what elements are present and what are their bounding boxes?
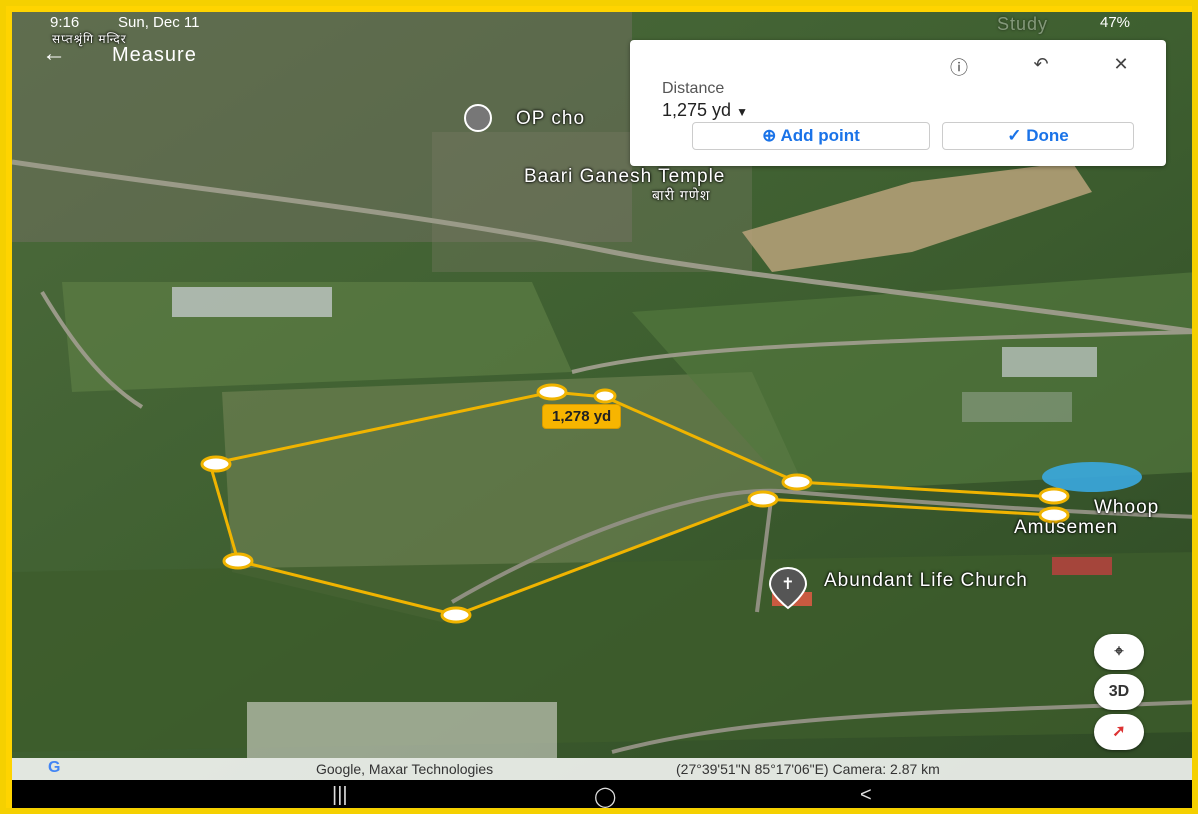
google-logo: G bbox=[48, 759, 61, 776]
attribution-text: Google, Maxar Technologies bbox=[316, 761, 494, 777]
status-time: 9:16 bbox=[50, 14, 80, 31]
done-button[interactable]: ✓ Done bbox=[942, 122, 1134, 150]
distance-value: 1,275 yd bbox=[662, 100, 732, 120]
my-location-icon[interactable]: ⌖ bbox=[1094, 634, 1144, 670]
close-icon[interactable]: ✕ bbox=[1106, 54, 1136, 78]
place-label-top-left: सप्तश्रृंगि मन्दिर bbox=[52, 32, 127, 46]
add-point-label: Add point bbox=[780, 126, 860, 145]
distance-value-dropdown[interactable]: 1,275 yd ▼ bbox=[662, 100, 748, 121]
screenshot-frame: ✝ 9:16 Sun, Dec 11 47% ← Measure OP cho … bbox=[0, 0, 1198, 814]
amusement-park-pool bbox=[1042, 462, 1142, 492]
measure-point[interactable] bbox=[536, 383, 568, 401]
measure-point[interactable] bbox=[200, 455, 232, 473]
measure-point[interactable] bbox=[1038, 487, 1070, 505]
home-icon[interactable]: ◯ bbox=[594, 784, 616, 808]
watermark-label: Study bbox=[997, 14, 1049, 34]
page-title: Measure bbox=[112, 44, 197, 66]
battery-level: 47% bbox=[1100, 14, 1131, 31]
place-label-temple[interactable]: Baari Ganesh Temple bbox=[524, 166, 725, 188]
three-d-button[interactable]: 3D bbox=[1094, 674, 1144, 710]
coordinates-text: (27°39'51"N 85°17'06"E) Camera: 2.87 km bbox=[676, 761, 940, 777]
add-point-button[interactable]: ⊕ Add point bbox=[692, 122, 930, 150]
place-label-op-chowk[interactable]: OP cho bbox=[516, 108, 585, 130]
segment-distance-tag: 1,278 yd bbox=[542, 404, 622, 429]
check-icon: ✓ bbox=[1007, 126, 1022, 145]
done-label: Done bbox=[1026, 126, 1069, 145]
distance-label: Distance bbox=[662, 80, 725, 97]
phone-screen: ✝ 9:16 Sun, Dec 11 47% ← Measure OP cho … bbox=[12, 12, 1192, 808]
place-label-whoop[interactable]: Whoop bbox=[1094, 497, 1159, 519]
add-circle-icon: ⊕ bbox=[762, 126, 777, 145]
status-date: Sun, Dec 11 bbox=[118, 14, 200, 31]
measure-point[interactable] bbox=[593, 388, 617, 404]
attribution-bar: G Google, Maxar Technologies (27°39'51"N… bbox=[12, 758, 1192, 780]
measure-point[interactable] bbox=[222, 552, 254, 570]
place-label-church[interactable]: Abundant Life Church bbox=[824, 570, 1028, 592]
compass-icon[interactable]: ➚ bbox=[1094, 714, 1144, 750]
temple-marker-icon[interactable] bbox=[464, 104, 492, 132]
back-nav-icon[interactable]: < bbox=[860, 784, 872, 807]
recent-apps-icon[interactable]: ||| bbox=[332, 784, 348, 807]
measure-point[interactable] bbox=[781, 473, 813, 491]
undo-icon[interactable]: ↶ bbox=[1026, 54, 1056, 78]
measure-point[interactable] bbox=[440, 606, 472, 624]
chevron-down-icon: ▼ bbox=[736, 105, 748, 119]
help-circle-icon[interactable]: ⓘ bbox=[944, 54, 974, 78]
android-nav-bar: ||| ◯ < bbox=[12, 780, 1192, 808]
place-label-amusement[interactable]: Amusemen bbox=[1014, 517, 1118, 539]
measure-point[interactable] bbox=[747, 490, 779, 508]
svg-text:✝: ✝ bbox=[781, 574, 794, 593]
place-label-temple-native: बारी गणेश bbox=[652, 187, 711, 203]
measure-panel: ⓘ ↶ ✕ Distance 1,275 yd ▼ ⊕ Add point ✓ … bbox=[630, 40, 1166, 166]
